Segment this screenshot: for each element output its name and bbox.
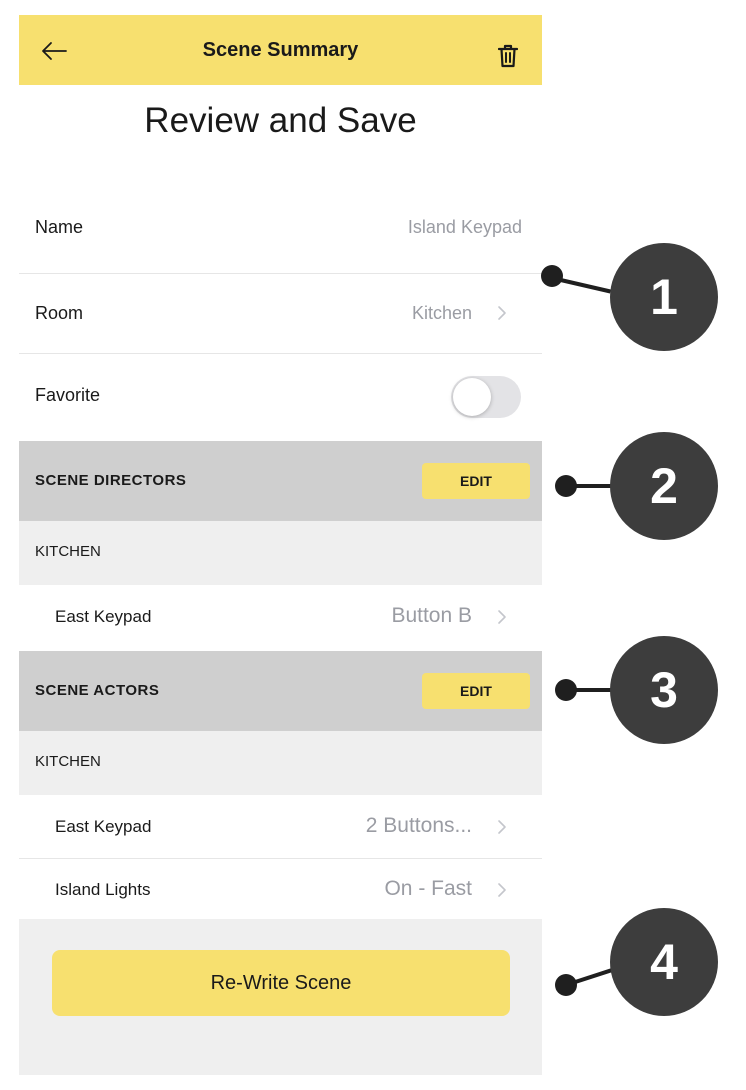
callout-dot-2 bbox=[555, 475, 577, 497]
callout-badge-4: 4 bbox=[610, 908, 718, 1016]
page-title: Review and Save bbox=[144, 101, 417, 140]
chevron-right-icon bbox=[498, 820, 506, 834]
app-header: Scene Summary bbox=[19, 15, 542, 85]
room-label: Room bbox=[35, 303, 84, 323]
favorite-label: Favorite bbox=[35, 385, 101, 405]
rewrite-scene-button[interactable]: Re-Write Scene bbox=[52, 950, 510, 1016]
delete-button[interactable] bbox=[494, 41, 522, 71]
toggle-knob bbox=[453, 378, 491, 416]
favorite-toggle[interactable] bbox=[451, 376, 521, 418]
list-item-value: 2 Buttons... bbox=[365, 814, 472, 837]
room-value: Kitchen bbox=[411, 303, 472, 323]
callout-badge-2: 2 bbox=[610, 432, 718, 540]
group-label: KITCHEN bbox=[35, 543, 101, 560]
list-item-label: East Keypad bbox=[55, 817, 152, 836]
list-item[interactable]: East Keypad 2 Buttons... bbox=[19, 795, 542, 858]
list-item-value: On - Fast bbox=[384, 877, 472, 900]
back-button[interactable] bbox=[39, 38, 69, 64]
callout-dot-3 bbox=[555, 679, 577, 701]
actors-room-group: KITCHEN bbox=[19, 731, 542, 795]
directors-room-group: KITCHEN bbox=[19, 521, 542, 585]
favorite-row: Favorite bbox=[19, 354, 542, 441]
group-label: KITCHEN bbox=[35, 753, 101, 770]
list-item-label: East Keypad bbox=[55, 607, 152, 626]
callout-dot-1 bbox=[541, 265, 563, 287]
callout-dot-4 bbox=[555, 974, 577, 996]
name-row[interactable]: Name Island Keypad bbox=[19, 185, 542, 273]
chevron-right-icon bbox=[498, 610, 506, 624]
footer-area: Re-Write Scene bbox=[19, 919, 542, 1075]
scene-actors-header: SCENE ACTORS EDIT bbox=[19, 651, 542, 731]
section-title: SCENE DIRECTORS bbox=[35, 472, 187, 489]
callout-badge-3: 3 bbox=[610, 636, 718, 744]
list-item-label: Island Lights bbox=[55, 880, 151, 899]
list-item[interactable]: Island Lights On - Fast bbox=[19, 859, 542, 919]
arrow-left-icon bbox=[42, 42, 67, 60]
section-title: SCENE ACTORS bbox=[35, 682, 160, 699]
list-item[interactable]: East Keypad Button B bbox=[19, 585, 542, 649]
header-title: Scene Summary bbox=[202, 38, 359, 61]
list-item-value: Button B bbox=[391, 604, 472, 627]
edit-actors-button[interactable]: EDIT bbox=[422, 673, 530, 709]
chevron-right-icon bbox=[498, 883, 506, 897]
room-row[interactable]: Room Kitchen bbox=[19, 274, 542, 353]
scene-directors-header: SCENE DIRECTORS EDIT bbox=[19, 441, 542, 521]
phone-screen: Scene Summary Review and Save Name Islan… bbox=[19, 15, 542, 1075]
name-value: Island Keypad bbox=[407, 217, 522, 237]
callout-badge-1: 1 bbox=[610, 243, 718, 351]
edit-directors-button[interactable]: EDIT bbox=[422, 463, 530, 499]
name-label: Name bbox=[35, 217, 84, 237]
trash-icon bbox=[498, 44, 518, 68]
chevron-right-icon bbox=[498, 306, 506, 320]
